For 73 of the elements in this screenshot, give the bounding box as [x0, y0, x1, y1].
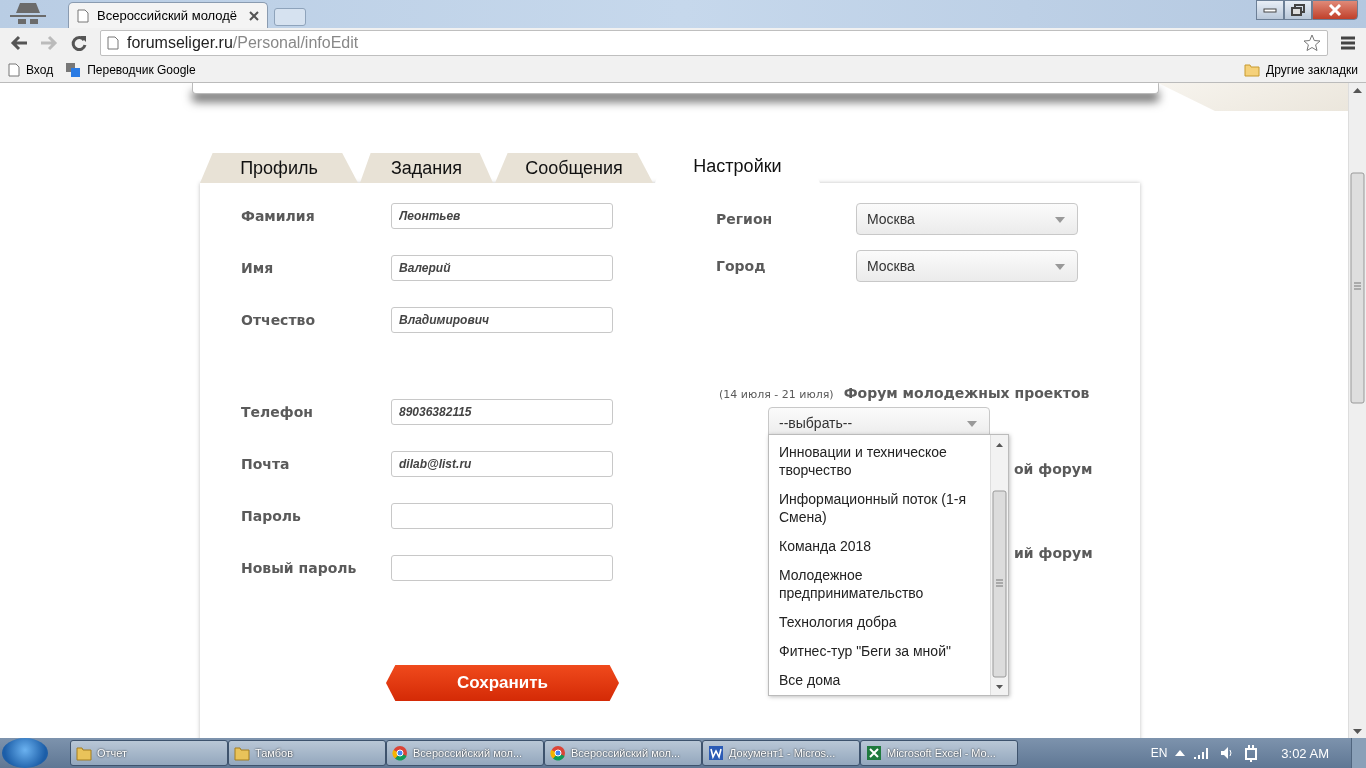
language-indicator[interactable]: EN	[1150, 746, 1168, 760]
power-plug-icon[interactable]	[1243, 744, 1260, 762]
address-bar[interactable]: forumseliger.ru/Personal/infoEdit	[100, 30, 1328, 56]
tab[interactable]: Сообщения	[495, 153, 653, 183]
input-field[interactable]	[391, 555, 613, 581]
field-label: Пароль	[241, 508, 302, 524]
save-button[interactable]: Сохранить	[386, 665, 619, 701]
close-button[interactable]	[1312, 0, 1358, 20]
spreadsheet-icon	[866, 745, 882, 761]
page-icon	[107, 36, 119, 50]
browser-icon	[392, 745, 408, 761]
up-arrow-icon[interactable]	[1175, 750, 1186, 756]
caret-icon	[1055, 264, 1065, 270]
close-icon	[1328, 4, 1342, 16]
dropdown[interactable]: Москва	[856, 203, 1078, 235]
folder-icon	[76, 745, 92, 761]
reload-icon[interactable]	[70, 34, 88, 52]
field-label: Город	[716, 258, 767, 274]
dropdown-option[interactable]: Команда 2018	[779, 537, 990, 555]
show-desktop-button[interactable]	[1351, 738, 1366, 768]
caret-icon	[1055, 217, 1065, 223]
field-label: Регион	[716, 211, 774, 227]
tab[interactable]: Профиль	[200, 153, 358, 183]
browser-icon	[550, 745, 566, 761]
folder-icon	[234, 745, 250, 761]
forum-title: Форум молодежных проектов	[843, 385, 1090, 401]
bookmark[interactable]: Вход	[8, 63, 54, 77]
dropdown-option[interactable]: Технология добра	[779, 613, 990, 631]
field-label: Почта	[241, 456, 291, 472]
clock[interactable]: 3:02 AM	[1281, 745, 1329, 761]
input-field[interactable]: Владимирович	[391, 307, 613, 333]
field-label: Телефон	[241, 404, 314, 420]
input-field[interactable]: Леонтьев	[391, 203, 613, 229]
input-field[interactable]	[391, 503, 613, 529]
page-icon	[77, 8, 89, 23]
star-icon[interactable]	[1303, 34, 1321, 52]
dropdown-option[interactable]: Молодежное предпринимательство	[779, 566, 990, 602]
back-icon[interactable]	[10, 35, 28, 51]
forum-title: ой форум	[1014, 461, 1093, 477]
page-icon	[8, 63, 20, 77]
new-tab-button[interactable]	[274, 8, 306, 26]
input-field[interactable]: 89036382115	[391, 399, 613, 425]
forum-title: ий форум	[1014, 545, 1093, 561]
input-field[interactable]: dilab@list.ru	[391, 451, 613, 477]
incognito-icon	[8, 1, 48, 27]
dropdown-option[interactable]: Все дома	[779, 671, 990, 689]
field-label: Отчество	[241, 312, 316, 328]
date-range: (14 июля - 21 июля)	[719, 388, 834, 401]
field-label: Новый пароль	[241, 560, 358, 576]
field-label: Фамилия	[241, 208, 316, 224]
restore-button[interactable]	[1284, 0, 1312, 20]
dropdown[interactable]: Москва	[856, 250, 1078, 282]
dropdown-option[interactable]: Фитнес-тур "Беги за мной"	[779, 642, 990, 660]
bookmark-folder[interactable]: Другие закладки	[1244, 63, 1358, 77]
document-icon	[708, 745, 724, 761]
minimize-button[interactable]	[1256, 0, 1284, 20]
minimize-icon	[1263, 7, 1277, 13]
scrollbar[interactable]	[1348, 83, 1366, 738]
menu-icon[interactable]	[1340, 36, 1356, 50]
caret-icon	[967, 421, 977, 427]
scrollbar[interactable]	[990, 435, 1008, 695]
start-button[interactable]	[2, 738, 48, 768]
restore-icon	[1291, 4, 1305, 16]
tab[interactable]: Задания	[360, 153, 493, 183]
dropdown-option[interactable]: Информационный поток (1-я Смена)	[779, 490, 990, 526]
field-label: Имя	[241, 260, 275, 276]
folder-icon	[1244, 63, 1261, 77]
translate-icon	[65, 62, 82, 78]
input-field[interactable]: Валерий	[391, 255, 613, 281]
dropdown-option[interactable]: Инновации и техническое творчество	[779, 443, 990, 479]
bookmark[interactable]: Переводчик Google	[65, 62, 196, 78]
browser-tab[interactable]: Всероссийский молодё	[68, 2, 268, 28]
close-icon[interactable]	[249, 10, 259, 21]
